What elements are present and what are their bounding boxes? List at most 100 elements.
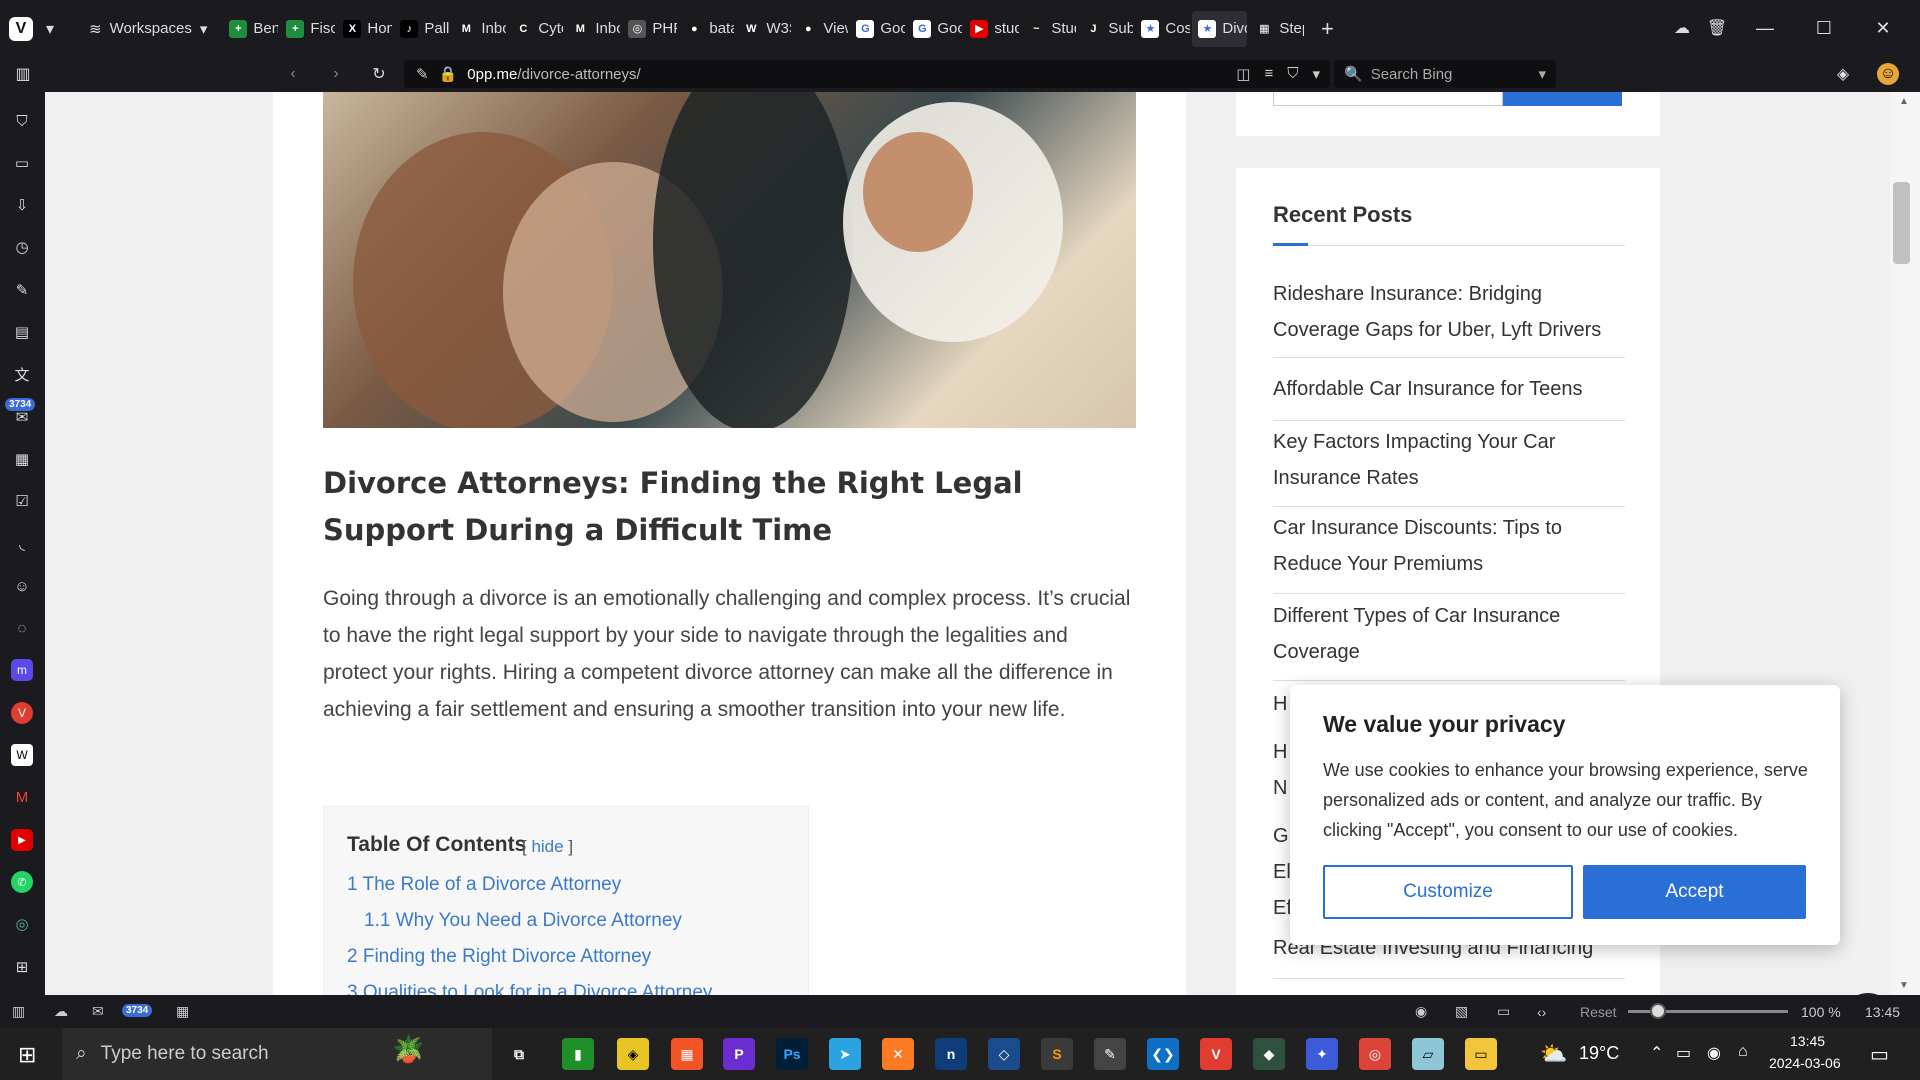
notifications-icon[interactable]: ▭ xyxy=(1870,1042,1889,1067)
photoshop-icon[interactable]: Ps xyxy=(776,1038,808,1070)
windows-start-icon[interactable]: ⊞ xyxy=(18,1042,36,1068)
close-window-button[interactable]: ✕ xyxy=(1855,0,1911,57)
sidebar-search-button[interactable] xyxy=(1503,92,1622,106)
toc-link[interactable]: 3 Qualities to Look for in a Divorce Att… xyxy=(347,982,712,995)
profile-avatar-icon[interactable]: ☺ xyxy=(1877,63,1899,85)
taskbar-search[interactable]: ⌕ Type here to search 🪴 xyxy=(62,1028,492,1080)
trash-icon[interactable]: 🗑 xyxy=(1706,17,1728,39)
tile-icon[interactable]: ▭ xyxy=(1497,1003,1510,1020)
app-notepad-icon[interactable]: ▱ xyxy=(1412,1038,1444,1070)
app-yellow-icon[interactable]: ◈ xyxy=(617,1038,649,1070)
task-view-icon[interactable]: ⧉ xyxy=(503,1038,535,1070)
recent-post-link[interactable]: Key Factors Impacting Your Car Insurance… xyxy=(1273,424,1625,496)
browser-tab[interactable]: + Fisc xyxy=(280,11,335,47)
zoom-slider-thumb[interactable] xyxy=(1650,1003,1666,1019)
browser-tab[interactable]: ★ Divo xyxy=(1192,10,1248,47)
app-n-icon[interactable]: n xyxy=(935,1038,967,1070)
image-icon[interactable]: ▧ xyxy=(1455,1003,1468,1020)
panel-toggle-icon[interactable]: ▥ xyxy=(12,1003,25,1020)
browser-tab[interactable]: ♪ Palla xyxy=(394,11,449,47)
weather-temp[interactable]: 19°C xyxy=(1579,1043,1619,1064)
phpstorm-icon[interactable]: P xyxy=(723,1038,755,1070)
app-pen-icon[interactable]: ✎ xyxy=(1094,1038,1126,1070)
back-icon[interactable]: ‹ xyxy=(282,63,304,85)
xampp-icon[interactable]: ✕ xyxy=(882,1038,914,1070)
app-green-icon[interactable]: ▮ xyxy=(562,1038,594,1070)
cloud-icon[interactable]: ☁ xyxy=(1671,17,1693,39)
browser-tab[interactable]: W W3S xyxy=(736,11,791,47)
vivaldi-menu-icon[interactable]: V xyxy=(9,16,33,41)
chevron-down-icon[interactable]: ▾ xyxy=(39,18,61,40)
browser-tab[interactable]: ▶ stud xyxy=(964,11,1019,47)
add-panel-icon[interactable]: ⊞ xyxy=(11,956,33,978)
app-cube-icon[interactable]: ◆ xyxy=(1253,1038,1285,1070)
app-controller-icon[interactable]: ✦ xyxy=(1306,1038,1338,1070)
network-icon[interactable]: ⌂ xyxy=(1738,1043,1748,1061)
browser-tab[interactable]: M Inbo xyxy=(451,11,506,47)
browser-tab[interactable]: ◎ PHP xyxy=(622,11,677,47)
recent-post-link[interactable]: Rideshare Insurance: Bridging Coverage G… xyxy=(1273,276,1625,348)
browser-tab[interactable]: C Cyto xyxy=(508,11,563,47)
toc-link[interactable]: 1 The Role of a Divorce Attorney xyxy=(347,874,621,896)
new-tab-icon[interactable]: + xyxy=(1316,16,1338,41)
bookmark-icon[interactable]: ⛉ xyxy=(1287,65,1298,83)
reload-icon[interactable]: ↻ xyxy=(368,63,390,85)
gmail-icon[interactable]: M xyxy=(11,786,33,808)
bookmarks-panel-icon[interactable]: ⛉ xyxy=(11,110,33,132)
weather-icon[interactable]: ⛅ xyxy=(1540,1041,1567,1067)
browser-tab[interactable]: + Ben xyxy=(223,11,278,47)
calendar-icon[interactable]: ▦ xyxy=(11,448,33,470)
chevron-down-icon[interactable]: ▾ xyxy=(1538,65,1546,83)
zoom-slider[interactable] xyxy=(1628,1003,1788,1019)
telegram-icon[interactable]: ➤ xyxy=(829,1038,861,1070)
accept-button[interactable]: Accept xyxy=(1583,865,1806,919)
tasks-icon[interactable]: ☑ xyxy=(11,490,33,512)
translate-icon[interactable]: 文 xyxy=(11,363,33,385)
vscode-icon[interactable]: ❮❯ xyxy=(1147,1038,1179,1070)
reader-icon[interactable]: ≡ xyxy=(1264,65,1273,83)
browser-tab[interactable]: ~ Stud xyxy=(1021,11,1076,47)
contacts-icon[interactable]: ☺ xyxy=(11,575,33,597)
scroll-up-arrow-icon[interactable]: ▲ xyxy=(1899,96,1909,107)
url-field[interactable]: ✎ 🔒 0pp.me/divorce-attorneys/ ◫ ≡ ⛉ ▾ xyxy=(404,60,1330,88)
customize-button[interactable]: Customize xyxy=(1323,865,1573,919)
panel-toggle-icon[interactable]: ▥ xyxy=(12,63,34,85)
whatsapp-icon[interactable]: ✆ xyxy=(11,871,33,893)
mastodon-icon[interactable]: m xyxy=(11,659,33,681)
sidebar-search-input[interactable] xyxy=(1273,92,1503,106)
youtube-icon[interactable]: ▶ xyxy=(11,829,33,851)
zoom-reset-button[interactable]: Reset xyxy=(1580,1004,1617,1020)
sublime-icon[interactable]: S xyxy=(1041,1038,1073,1070)
app-grid-icon[interactable]: ▦ xyxy=(671,1038,703,1070)
chrome-icon[interactable]: ◎ xyxy=(1359,1038,1391,1070)
vivaldi-taskbar-icon[interactable]: V xyxy=(1200,1038,1232,1070)
browser-tab[interactable]: M Inbo xyxy=(565,11,620,47)
browser-tab[interactable]: G Goo xyxy=(907,11,962,47)
wikipedia-icon[interactable]: W xyxy=(11,744,33,766)
chevron-down-icon[interactable]: ▾ xyxy=(1312,65,1320,83)
maximize-button[interactable]: ☐ xyxy=(1796,0,1852,57)
browser-tab[interactable]: ● View xyxy=(793,11,848,47)
downloads-icon[interactable]: ⇩ xyxy=(11,194,33,216)
browser-tab[interactable]: ▦ Step xyxy=(1249,11,1304,47)
reading-list-icon[interactable]: ▭ xyxy=(11,152,33,174)
search-field[interactable]: 🔍 Search Bing ▾ xyxy=(1334,60,1556,88)
battery-icon[interactable]: ▭ xyxy=(1676,1043,1691,1063)
browser-tab[interactable]: G Goo xyxy=(850,11,905,47)
chat-icon[interactable]: ◌ xyxy=(11,617,33,639)
browser-tab[interactable]: X Hon xyxy=(337,11,392,47)
recent-post-link[interactable]: Car Insurance Discounts: Tips to Reduce … xyxy=(1273,510,1625,582)
calendar-icon[interactable]: ▦ xyxy=(176,1003,189,1020)
window-panel-icon[interactable]: ▤ xyxy=(11,321,33,343)
virtualbox-icon[interactable]: ◇ xyxy=(988,1038,1020,1070)
capture-icon[interactable]: ◉ xyxy=(1415,1003,1427,1020)
extension-icon[interactable]: ◈ xyxy=(1832,63,1854,85)
vivaldi-icon[interactable]: V xyxy=(11,702,33,724)
scroll-down-arrow-icon[interactable]: ▼ xyxy=(1899,980,1909,991)
forward-icon[interactable]: › xyxy=(325,63,347,85)
feeds-icon[interactable]: ◟ xyxy=(11,533,33,555)
toc-link[interactable]: 2 Finding the Right Divorce Attorney xyxy=(347,946,651,968)
file-explorer-icon[interactable]: ▭ xyxy=(1465,1038,1497,1070)
browser-tab[interactable]: J Sub xyxy=(1078,11,1133,47)
mail-icon[interactable]: ✉ xyxy=(92,1003,104,1020)
